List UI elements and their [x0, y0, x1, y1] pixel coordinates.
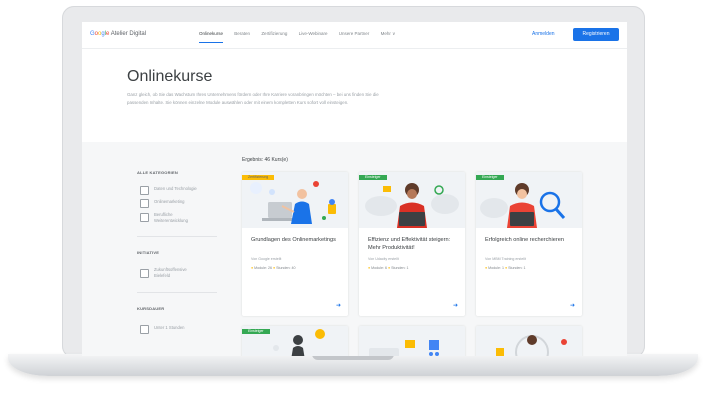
filter-checkbox[interactable] [140, 269, 149, 278]
course-provider: Von Udacity erstellt [368, 257, 399, 261]
course-illustration [242, 172, 348, 228]
login-link[interactable]: Anmelden [532, 31, 555, 37]
course-card[interactable]: Einsteiger [242, 326, 348, 356]
course-card[interactable]: Einsteiger Effizienz und Effektivität st… [359, 172, 465, 316]
arrow-right-icon[interactable]: ➜ [570, 302, 575, 309]
filter-label[interactable]: Berufliche Weiterentwicklung [154, 212, 200, 224]
course-card[interactable] [359, 326, 465, 356]
course-title[interactable]: Erfolgreich online recherchieren [485, 236, 575, 244]
google-logo[interactable]: Google Atelier Digital [90, 31, 146, 37]
filter-checkbox[interactable] [140, 325, 149, 334]
filter-heading-duration: KURSDAUER [137, 306, 165, 311]
course-illustration [359, 172, 465, 228]
nav-live-webinare[interactable]: Live-Webinare [299, 31, 328, 36]
course-meta: ● Module: 26 ● Stunden: 40 [251, 266, 296, 270]
course-modules: Module: 1 [488, 266, 504, 270]
filter-checkbox[interactable] [140, 186, 149, 195]
arrow-right-icon[interactable]: ➜ [336, 302, 341, 309]
course-title[interactable]: Effizienz und Effektivität steigern: Meh… [368, 236, 458, 252]
course-card[interactable]: Zertifizierung Grundlagen des Onlinemark… [242, 172, 348, 316]
course-modules: Module: 26 [254, 266, 272, 270]
nav-onlinekurse[interactable]: Onlinekurse [199, 31, 224, 43]
course-illustration [359, 326, 465, 356]
results-count: Ergebnis: 46 Kurs(e) [242, 157, 288, 163]
browser-screen: Google Atelier Digital Onlinekurse Berat… [82, 22, 627, 356]
main-nav: Onlinekurse Beraten Zertifizierung Live-… [199, 31, 405, 43]
nav-beraten[interactable]: Beraten [234, 31, 250, 36]
filter-label[interactable]: Zukunftsoffensive Bielefeld [154, 267, 200, 279]
course-meta: ● Module: 1 ● Stunden: 1 [485, 266, 526, 270]
filter-divider [137, 292, 217, 293]
course-illustration [476, 326, 582, 356]
filter-label[interactable]: Daten und Technologie [154, 186, 214, 192]
course-illustration [476, 172, 582, 228]
clock-icon: ● [272, 266, 276, 270]
filter-label[interactable]: Unter 1 Stunden [154, 325, 214, 331]
filter-checkbox[interactable] [140, 199, 149, 208]
nav-mehr[interactable]: Mehr ∨ [381, 31, 396, 37]
clock-icon: ● [504, 266, 508, 270]
nav-zertifizierung[interactable]: Zertifizierung [261, 31, 287, 36]
course-tag: Zertifizierung [242, 175, 275, 180]
course-tag: Einsteiger [242, 329, 270, 334]
course-hours: Stunden: 1 [391, 266, 409, 270]
course-tag: Einsteiger [476, 175, 504, 180]
course-hours: Stunden: 1 [508, 266, 526, 270]
logo-letter: e [106, 31, 110, 37]
course-tag: Einsteiger [359, 175, 387, 180]
filter-divider [137, 236, 217, 237]
course-card[interactable] [476, 326, 582, 356]
logo-suffix: Atelier Digital [110, 31, 147, 37]
page-title: Onlinekurse [127, 68, 213, 85]
course-provider: Von MBM Training erstellt [485, 257, 526, 261]
module-icon: ● [485, 266, 488, 270]
nav-unsere-partner[interactable]: Unsere Partner [339, 31, 370, 36]
filter-checkbox[interactable] [140, 213, 149, 222]
course-card[interactable]: Einsteiger Erfolgreich online recherchie… [476, 172, 582, 316]
module-icon: ● [368, 266, 371, 270]
filter-label[interactable]: Onlinemarketing [154, 199, 214, 205]
arrow-right-icon[interactable]: ➜ [453, 302, 458, 309]
course-modules: Module: 6 [371, 266, 387, 270]
course-title[interactable]: Grundlagen des Onlinemarketings [251, 236, 341, 244]
site-header: Google Atelier Digital Onlinekurse Berat… [82, 22, 627, 49]
course-provider: Von Google erstellt [251, 257, 282, 261]
course-hours: Stunden: 40 [276, 266, 296, 270]
module-icon: ● [251, 266, 254, 270]
register-button[interactable]: Registrieren [573, 28, 619, 41]
clock-icon: ● [387, 266, 391, 270]
page-intro: Ganz gleich, ob Sie das Wachstum Ihres U… [127, 92, 379, 105]
course-meta: ● Module: 6 ● Stunden: 1 [368, 266, 409, 270]
filter-heading-categories: ALLE KATEGORIEN [137, 170, 178, 175]
filter-heading-initiative: INITIATIVE [137, 250, 160, 255]
